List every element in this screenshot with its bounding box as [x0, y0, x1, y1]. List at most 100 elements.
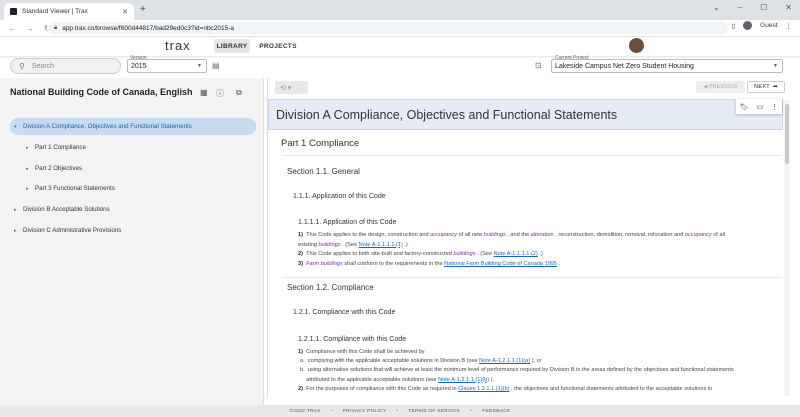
- toc-item-division-b[interactable]: ▸ Division B Acceptable Solutions: [14, 206, 110, 213]
- nav-projects[interactable]: PROJECTS: [256, 39, 300, 53]
- browser-tab[interactable]: Standard Viewer | Trax ✕: [4, 3, 134, 20]
- caret-right-icon[interactable]: ▸: [26, 166, 35, 172]
- sidebar-toggle-icon[interactable]: ▯: [732, 22, 736, 30]
- copyright: ©2022 TRAX: [289, 408, 321, 414]
- chevron-down-icon[interactable]: ⌄: [713, 3, 720, 12]
- division-title: Division A Compliance, Objectives and Fu…: [268, 99, 783, 130]
- new-tab-icon[interactable]: +: [140, 4, 146, 15]
- browser-tab-bar: Standard Viewer | Trax ✕ + ⌄ – ☐ ✕: [0, 0, 800, 20]
- minimize-icon[interactable]: –: [738, 3, 742, 12]
- trax-logo[interactable]: trax: [165, 38, 191, 53]
- maximize-icon[interactable]: ☐: [760, 3, 767, 12]
- version-value: 2015: [131, 62, 147, 70]
- more-options-icon[interactable]: ⋮: [771, 103, 778, 111]
- toc-item-part-1[interactable]: ▸ Part 1 Compliance: [26, 144, 86, 151]
- previous-button[interactable]: ◀ PREVIOUS: [696, 81, 745, 93]
- note-link[interactable]: Note A-1.2.1.1.(1)(b): [438, 377, 489, 383]
- toc-item-label: Division A Compliance, Objectives and Fu…: [23, 123, 192, 130]
- term-link[interactable]: alteration: [531, 232, 554, 238]
- trax-favicon-icon: [10, 8, 17, 15]
- terms-of-service-link[interactable]: TERMS OF SERVICE: [408, 409, 460, 414]
- url-text: app.trax.co/browse/f600d44817/bad29ed0c3…: [62, 24, 235, 32]
- browser-profile-area: ▯ Guest ⋮: [732, 21, 792, 30]
- subsection-heading: 1.1.1. Application of this Code: [293, 193, 386, 200]
- section-heading: Section 1.1. General: [287, 167, 360, 176]
- toc-icon[interactable]: ▦: [200, 88, 208, 97]
- menu-kebab-icon[interactable]: ⋮: [786, 22, 793, 30]
- scrollbar-thumb[interactable]: [785, 104, 789, 164]
- toc-item-label: Part 2 Objectives: [35, 165, 83, 172]
- clause-link[interactable]: Clause 1.2.1.1.(1)(b): [458, 386, 509, 392]
- caret-down-icon[interactable]: ▾: [14, 124, 23, 130]
- toc-item-part-3[interactable]: ▸ Part 3 Functional Statements: [26, 185, 115, 192]
- article-heading: 1.2.1.1. Compliance with this Code: [298, 336, 407, 343]
- divider: [282, 277, 782, 278]
- section-heading: Section 1.2. Compliance: [287, 283, 374, 292]
- history-icon: ⟲ ▾: [280, 84, 292, 92]
- sentence-3: 3) Farm buildings shall conform to the r…: [298, 261, 561, 267]
- version-select[interactable]: 2015 ▼: [127, 59, 207, 73]
- caret-right-icon[interactable]: ▸: [14, 228, 23, 234]
- url-input[interactable]: 🔒︎ app.trax.co/browse/f600d44817/bad29ed…: [48, 22, 728, 34]
- toc-item-label: Part 1 Compliance: [35, 144, 86, 151]
- book-title: National Building Code of Canada, Englis…: [10, 87, 193, 97]
- term-link[interactable]: occupancy: [430, 232, 457, 238]
- window-controls: ⌄ – ☐ ✕: [713, 3, 792, 12]
- project-select[interactable]: Lakeside Campus Net Zero Student Housing…: [551, 59, 783, 73]
- term-link[interactable]: buildings: [319, 242, 341, 248]
- term-link[interactable]: buildings: [453, 251, 475, 257]
- next-button[interactable]: NEXT ➡: [747, 81, 785, 93]
- guest-avatar-icon[interactable]: [743, 21, 753, 30]
- back-icon[interactable]: ←: [8, 24, 16, 33]
- book-edition-icon[interactable]: ▤: [212, 61, 220, 70]
- user-avatar[interactable]: [629, 38, 644, 53]
- caret-right-icon[interactable]: ▸: [14, 207, 23, 213]
- feedback-link[interactable]: FEEDBACK: [482, 409, 510, 414]
- copy-icon[interactable]: ⧉: [236, 88, 242, 98]
- term-link[interactable]: Farm buildings: [306, 261, 343, 267]
- toc-item-label: Division B Acceptable Solutions: [23, 206, 110, 213]
- guest-label[interactable]: Guest: [760, 22, 777, 29]
- clause-b: b. using alternative solutions that will…: [300, 367, 734, 383]
- note-link[interactable]: Note A-1.1.1.1.(2): [494, 251, 538, 257]
- close-tab-icon[interactable]: ✕: [122, 8, 128, 16]
- term-link[interactable]: occupancy: [685, 232, 712, 238]
- tab-title: Standard Viewer | Trax: [22, 8, 88, 15]
- caret-right-icon[interactable]: ▸: [26, 145, 35, 151]
- privacy-policy-link[interactable]: PRIVACY POLICY: [343, 409, 387, 414]
- arrow-right-icon: ➡: [772, 84, 778, 90]
- toc-item-division-c[interactable]: ▸ Division C Administrative Provisions: [14, 227, 121, 234]
- close-window-icon[interactable]: ✕: [785, 3, 792, 12]
- document-link[interactable]: National Farm Building Code of Canada 19…: [444, 261, 557, 267]
- note-link[interactable]: Note A-1.2.1.1.(1)(a): [479, 358, 530, 364]
- toc-item-division-a[interactable]: ▾ Division A Compliance, Objectives and …: [14, 123, 192, 130]
- sentence-2: 2) This Code applies to both site-built …: [298, 251, 543, 257]
- search-icon: ⚲: [19, 61, 25, 71]
- caret-right-icon[interactable]: ▸: [26, 186, 35, 192]
- dropdown-arrow-icon: ▼: [197, 63, 202, 69]
- comment-icon[interactable]: ▭: [757, 103, 764, 111]
- bookmark-icon[interactable]: 🔖︎: [740, 103, 749, 111]
- search-placeholder: Search: [31, 62, 55, 70]
- search-input[interactable]: ⚲ Search: [10, 58, 121, 74]
- next-label: NEXT: [754, 84, 770, 90]
- project-briefcase-icon[interactable]: ⊡: [535, 61, 542, 70]
- nav-library[interactable]: LIBRARY: [214, 39, 250, 53]
- subsection-heading: 1.2.1. Compliance with this Code: [293, 309, 396, 316]
- toc-item-part-2[interactable]: ▸ Part 2 Objectives: [26, 165, 82, 172]
- history-button[interactable]: ⟲ ▾: [275, 81, 308, 94]
- app-header: [0, 37, 800, 56]
- document-tools: 🔖︎ ▭ ⋮: [736, 99, 782, 114]
- info-icon[interactable]: ⓘ: [216, 88, 224, 99]
- footer: ©2022 TRAX • PRIVACY POLICY • TERMS OF S…: [0, 405, 800, 417]
- note-link[interactable]: Note A-1.1.1.1.(1): [359, 242, 403, 248]
- term-link[interactable]: buildings: [484, 232, 506, 238]
- toc-item-label: Division C Administrative Provisions: [23, 227, 122, 234]
- forward-icon[interactable]: →: [26, 24, 34, 33]
- document-content: Part 1 Compliance Section 1.1. General 1…: [272, 132, 782, 397]
- previous-label: PREVIOUS: [709, 84, 738, 90]
- lock-icon: 🔒︎: [54, 24, 58, 31]
- dropdown-arrow-icon: ▼: [773, 63, 778, 69]
- article-heading: 1.1.1.1. Application of this Code: [298, 219, 397, 226]
- sentence-1: 1) This Code applies to the design, cons…: [298, 232, 726, 248]
